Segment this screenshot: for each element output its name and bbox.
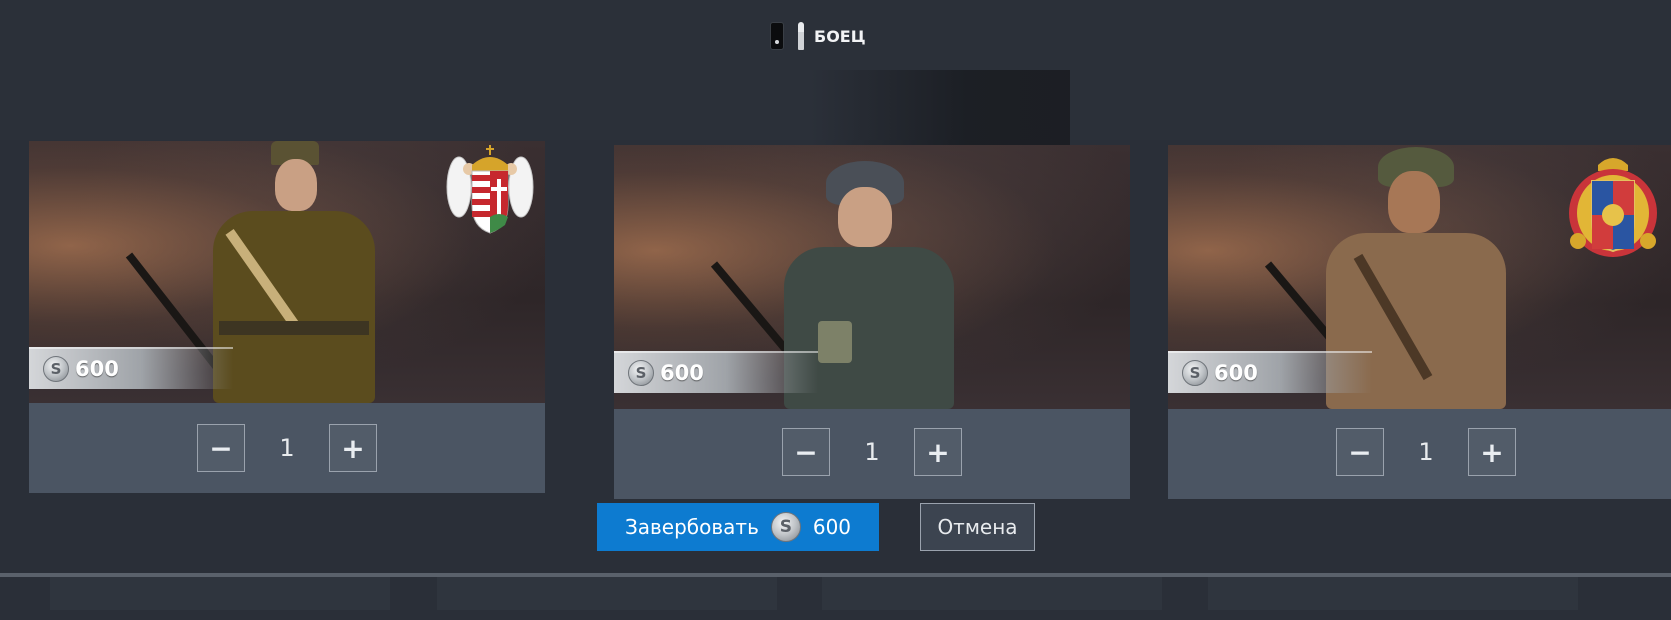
- decrease-button[interactable]: −: [782, 428, 830, 476]
- soldier-card-hungary[interactable]: S 600 − 1 +: [29, 141, 545, 493]
- increase-button[interactable]: +: [1468, 428, 1516, 476]
- quantity-stepper: − 1 +: [1168, 428, 1671, 476]
- recruit-button-label: Завербовать: [624, 515, 759, 539]
- bottom-tile: [822, 577, 1162, 610]
- cancel-button[interactable]: Отмена: [920, 503, 1035, 551]
- quantity-stepper: − 1 +: [614, 428, 1130, 476]
- background-shadow: [810, 70, 1070, 145]
- silver-coin-icon: S: [1182, 360, 1208, 386]
- price-tag: S 600: [29, 347, 233, 389]
- price-value: 600: [75, 357, 119, 381]
- price-tag: S 600: [1168, 351, 1372, 393]
- increase-button[interactable]: +: [914, 428, 962, 476]
- bullet-icon: [798, 22, 804, 50]
- bottom-tile: [437, 577, 777, 610]
- quantity-value: 1: [1418, 438, 1434, 466]
- silver-coin-icon: S: [628, 360, 654, 386]
- hungary-coat-of-arms-icon: [446, 145, 534, 234]
- quantity-stepper: − 1 +: [29, 424, 545, 472]
- recruit-button[interactable]: Завербовать S 600: [597, 503, 879, 551]
- decrease-button[interactable]: −: [1336, 428, 1384, 476]
- rank-label: БОЕЦ: [814, 26, 866, 46]
- bottom-tile: [1208, 577, 1578, 610]
- rank-indicator: БОЕЦ: [770, 22, 866, 50]
- price-tag: S 600: [614, 351, 818, 393]
- bottom-tile: [50, 577, 390, 610]
- price-value: 600: [1214, 361, 1258, 385]
- soldier-card-germany[interactable]: S 600 − 1 +: [614, 145, 1130, 499]
- decrease-button[interactable]: −: [197, 424, 245, 472]
- silver-coin-icon: S: [770, 512, 801, 542]
- silver-coin-icon: S: [43, 356, 69, 382]
- recruit-price: 600: [812, 515, 852, 539]
- private-rank-icon: [770, 22, 784, 50]
- quantity-value: 1: [864, 438, 880, 466]
- soldier-card-romania[interactable]: S 600 − 1 +: [1168, 145, 1671, 499]
- price-value: 600: [660, 361, 704, 385]
- quantity-value: 1: [279, 434, 295, 462]
- increase-button[interactable]: +: [329, 424, 377, 472]
- romania-coat-of-arms-icon: [1569, 158, 1657, 257]
